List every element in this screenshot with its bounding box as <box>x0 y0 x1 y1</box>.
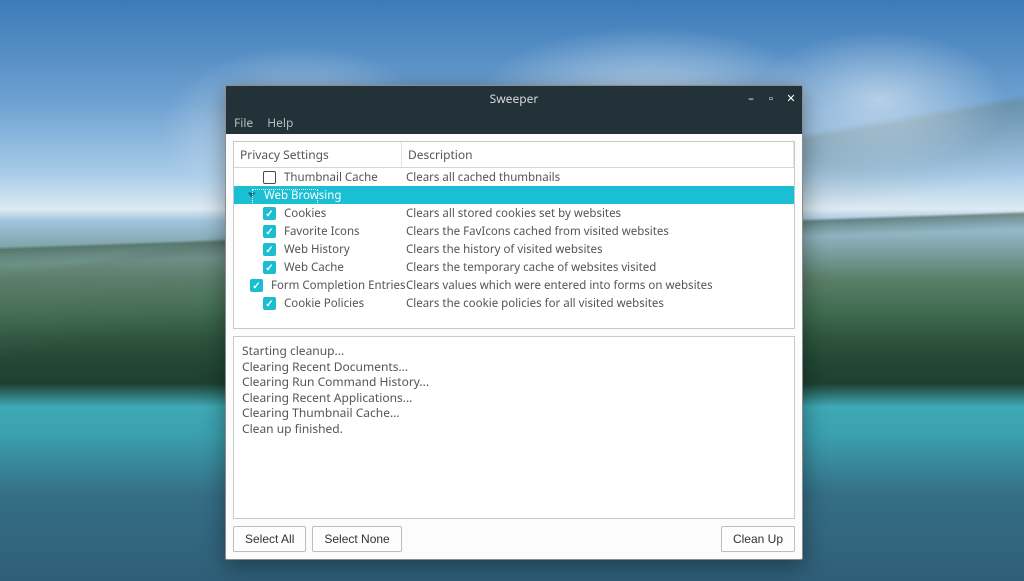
log-line: Clearing Run Command History... <box>242 374 786 390</box>
row-label: Favorite Icons <box>280 224 360 239</box>
row-category-web-browsing[interactable]: Web Browsing <box>234 186 794 204</box>
clean-up-button[interactable]: Clean Up <box>721 526 795 552</box>
row-desc: Clears the history of visited websites <box>402 242 794 257</box>
log-line: Clearing Recent Applications... <box>242 390 786 406</box>
spacer <box>408 526 715 552</box>
minimize-icon[interactable]: – <box>746 93 756 103</box>
checkbox-web-history[interactable] <box>263 243 276 256</box>
row-label: Thumbnail Cache <box>280 170 378 185</box>
row-desc: Clears the cookie policies for all visit… <box>402 296 794 311</box>
row-web-history[interactable]: Web History Clears the history of visite… <box>234 240 794 258</box>
menubar: File Help <box>226 110 802 134</box>
checkbox-web-cache[interactable] <box>263 261 276 274</box>
row-desc: Clears values which were entered into fo… <box>402 278 794 293</box>
select-none-button[interactable]: Select None <box>312 526 401 552</box>
select-all-button[interactable]: Select All <box>233 526 306 552</box>
checkbox-cookie-policies[interactable] <box>263 297 276 310</box>
close-icon[interactable]: ✕ <box>786 93 796 103</box>
row-form-entries[interactable]: Form Completion Entries Clears values wh… <box>234 276 794 294</box>
row-desc: Clears the temporary cache of websites v… <box>402 260 794 275</box>
row-cookies[interactable]: Cookies Clears all stored cookies set by… <box>234 204 794 222</box>
row-web-cache[interactable]: Web Cache Clears the temporary cache of … <box>234 258 794 276</box>
menu-help[interactable]: Help <box>267 114 293 131</box>
checkbox-cookies[interactable] <box>263 207 276 220</box>
row-label: Cookie Policies <box>280 296 364 311</box>
row-desc: Clears all stored cookies set by website… <box>402 206 794 221</box>
focus-indicator <box>252 189 318 205</box>
checkbox-thumbnail[interactable] <box>263 171 276 184</box>
sweeper-window: Sweeper – ▫ ✕ File Help Privacy Settings… <box>225 85 803 560</box>
checkbox-favicons[interactable] <box>263 225 276 238</box>
log-line: Clearing Recent Documents... <box>242 359 786 375</box>
row-favicons[interactable]: Favorite Icons Clears the FavIcons cache… <box>234 222 794 240</box>
menu-file[interactable]: File <box>234 114 253 131</box>
column-description[interactable]: Description <box>402 142 794 167</box>
row-desc: Clears the FavIcons cached from visited … <box>402 224 794 239</box>
log-panel: Starting cleanup... Clearing Recent Docu… <box>233 336 795 519</box>
checkbox-forms[interactable] <box>250 279 263 292</box>
column-privacy[interactable]: Privacy Settings <box>234 142 402 167</box>
titlebar[interactable]: Sweeper – ▫ ✕ <box>226 86 802 110</box>
log-line: Clearing Thumbnail Cache... <box>242 405 786 421</box>
window-title: Sweeper <box>490 90 539 107</box>
row-label: Web History <box>280 242 350 257</box>
button-bar: Select All Select None Clean Up <box>233 519 795 552</box>
row-thumbnail-cache[interactable]: Thumbnail Cache Clears all cached thumbn… <box>234 168 794 186</box>
maximize-icon[interactable]: ▫ <box>766 93 776 103</box>
row-label: Cookies <box>280 206 326 221</box>
row-label: Form Completion Entries <box>267 278 405 293</box>
row-desc: Clears all cached thumbnails <box>402 170 794 185</box>
privacy-listview: Privacy Settings Description Thumbnail C… <box>233 141 795 329</box>
listview-body: Thumbnail Cache Clears all cached thumbn… <box>234 168 794 328</box>
content-area: Privacy Settings Description Thumbnail C… <box>226 134 802 559</box>
row-cookie-policies[interactable]: Cookie Policies Clears the cookie polici… <box>234 294 794 312</box>
log-line: Clean up finished. <box>242 421 786 437</box>
listview-header: Privacy Settings Description <box>234 142 794 168</box>
log-line: Starting cleanup... <box>242 343 786 359</box>
row-label: Web Cache <box>280 260 344 275</box>
